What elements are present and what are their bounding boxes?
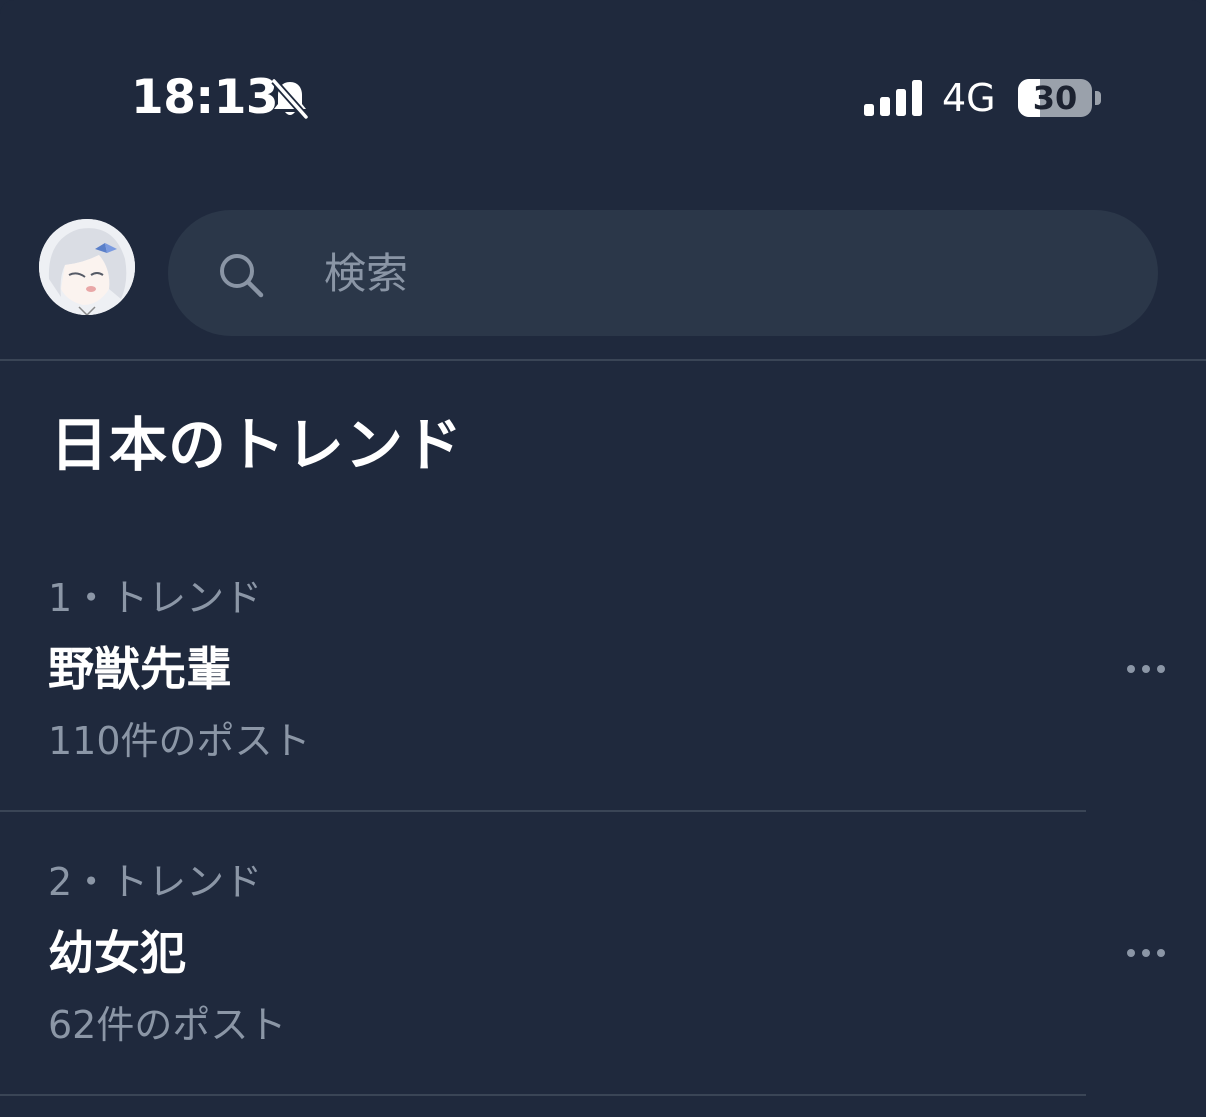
trend-name: 野獣先輩	[48, 642, 232, 696]
battery-icon: 30	[1018, 79, 1092, 117]
more-dot-icon	[1142, 949, 1150, 957]
header-divider	[0, 359, 1206, 361]
trend-item[interactable]: 2・トレンド 幼女犯 62件のポスト	[0, 858, 1206, 1117]
more-options-button[interactable]	[1118, 938, 1174, 968]
trend-item[interactable]: 1・トレンド 野獣先輩 110件のポスト	[0, 574, 1206, 859]
status-time: 18:13	[131, 70, 279, 125]
battery-level: 30	[1032, 79, 1078, 117]
more-dot-icon	[1157, 665, 1165, 673]
cellular-signal-icon	[864, 80, 922, 116]
trend-divider	[0, 1094, 1086, 1096]
search-input[interactable]	[324, 240, 1104, 306]
avatar-image	[39, 219, 135, 315]
more-dot-icon	[1142, 665, 1150, 673]
battery-cap	[1095, 91, 1101, 105]
trend-name: 幼女犯	[48, 926, 186, 980]
trend-divider	[0, 810, 1086, 812]
explore-screen: 18:13 4G 30 検索 日本のトレンド 1・トレンド 野獣先輩 110件の…	[0, 0, 1206, 1117]
trend-meta: 1・トレンド	[48, 576, 263, 620]
more-options-button[interactable]	[1118, 654, 1174, 684]
section-title: 日本のトレンド	[50, 411, 464, 479]
more-dot-icon	[1127, 949, 1135, 957]
trend-meta: 2・トレンド	[48, 860, 263, 904]
avatar[interactable]	[39, 219, 135, 315]
trend-post-count: 62件のポスト	[48, 1003, 287, 1047]
network-type: 4G	[942, 76, 996, 120]
more-dot-icon	[1157, 949, 1165, 957]
trend-post-count: 110件のポスト	[48, 719, 311, 763]
search-icon	[220, 254, 264, 298]
search-bar[interactable]	[168, 210, 1158, 336]
bell-slash-icon	[271, 78, 309, 120]
more-dot-icon	[1127, 665, 1135, 673]
